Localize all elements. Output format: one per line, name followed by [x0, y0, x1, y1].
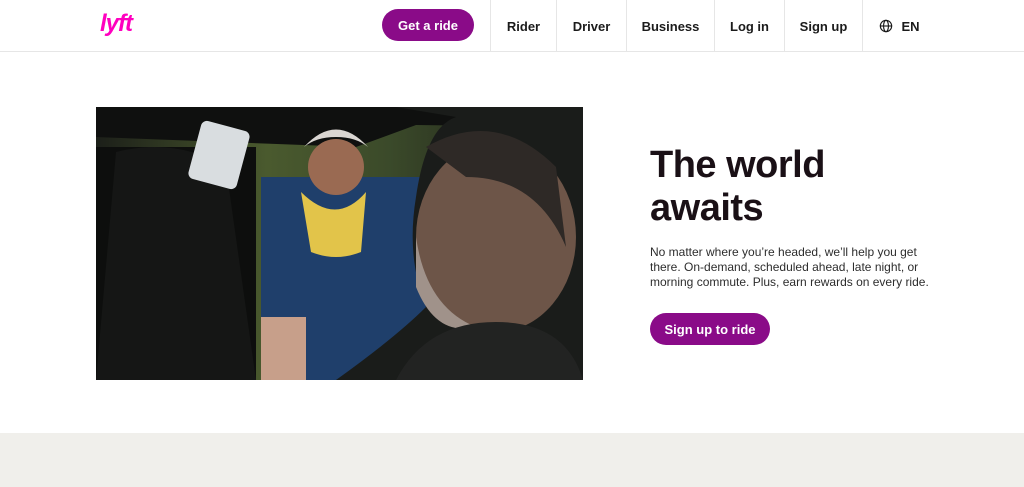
hero-title-line1: The world [650, 144, 825, 186]
hero-title: The world awaits [650, 144, 950, 230]
nav-rider-link[interactable]: Rider [490, 0, 556, 52]
get-a-ride-button[interactable]: Get a ride [382, 9, 474, 41]
nav-driver-link[interactable]: Driver [556, 0, 626, 52]
nav-signup-link[interactable]: Sign up [784, 0, 862, 52]
globe-icon [880, 19, 893, 33]
site-header: lyft Get a ride Rider Driver Business Lo… [0, 0, 1024, 52]
hero-description: No matter where you’re headed, we’ll hel… [650, 245, 929, 289]
lyft-logo[interactable]: lyft [100, 10, 133, 38]
language-label: EN [901, 18, 920, 34]
hero-image [96, 107, 583, 380]
next-section-band [0, 433, 1024, 487]
language-selector[interactable]: EN [862, 0, 936, 52]
rider-greeting-driver-photo [96, 107, 583, 380]
nav-business-link[interactable]: Business [626, 0, 714, 52]
sign-up-to-ride-button[interactable]: Sign up to ride [650, 313, 770, 345]
nav-login-link[interactable]: Log in [714, 0, 784, 52]
hero-title-line2: awaits [650, 187, 764, 229]
